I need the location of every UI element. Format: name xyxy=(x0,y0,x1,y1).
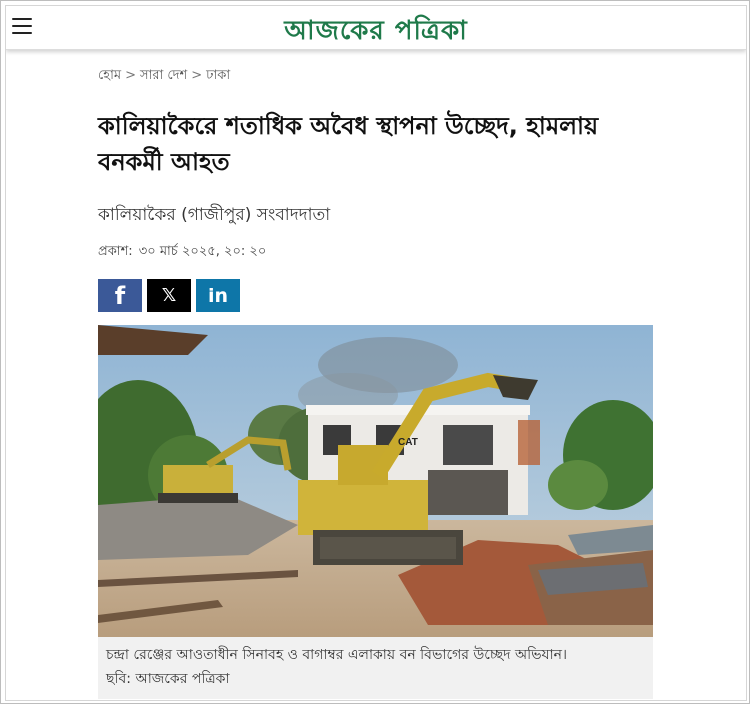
cat-logo-text: CAT xyxy=(398,437,418,448)
site-logo[interactable]: আজকের পত্রিকা xyxy=(6,10,746,54)
article-header: হোম > সারা দেশ > ঢাকা কালিয়াকৈরে শতাধিক অবৈ… xyxy=(98,66,658,312)
caption-text: চন্দ্রা রেঞ্জের আওতাধীন সিনাবহ ও বাগাম্ব… xyxy=(106,647,568,663)
breadcrumb-country[interactable]: সারা দেশ xyxy=(140,68,187,83)
linkedin-share-button[interactable]: in xyxy=(196,279,240,312)
published-label: প্রকাশ: xyxy=(98,244,133,259)
breadcrumb: হোম > সারা দেশ > ঢাকা xyxy=(98,66,658,86)
share-buttons: f 𝕏 in xyxy=(98,279,658,312)
breadcrumb-separator: > xyxy=(191,68,203,83)
top-header-bar: আজকের পত্রিকা xyxy=(6,6,746,50)
x-share-button[interactable]: 𝕏 xyxy=(147,279,191,312)
page-frame: আজকের পত্রিকা হোম > সারা দেশ > ঢাকা কালিয়াক… xyxy=(0,0,750,704)
linkedin-icon: in xyxy=(207,284,229,307)
article-byline: কালিয়াকৈর (গাজীপুর) সংবাদদাতা xyxy=(98,205,331,225)
photo-caption: চন্দ্রা রেঞ্জের আওতাধীন সিনাবহ ও বাগাম্ব… xyxy=(98,637,653,699)
facebook-icon: f xyxy=(114,281,126,310)
published-value: ৩০ মার্চ ২০২৫, ২০: ২০ xyxy=(138,244,267,259)
page-viewport: আজকের পত্রিকা হোম > সারা দেশ > ঢাকা কালিয়াক… xyxy=(5,5,747,701)
facebook-share-button[interactable]: f xyxy=(98,279,142,312)
published-timestamp: প্রকাশ: ৩০ মার্চ ২০২৫, ২০: ২০ xyxy=(98,242,658,263)
breadcrumb-home[interactable]: হোম xyxy=(98,68,121,83)
breadcrumb-separator: > xyxy=(125,68,136,83)
x-icon: 𝕏 xyxy=(161,285,177,306)
breadcrumb-dhaka[interactable]: ঢাকা xyxy=(206,68,230,83)
article-photo: CAT xyxy=(98,325,653,637)
photo-credit: ছবি: আজকের পত্রিকা xyxy=(106,671,230,687)
article-headline: কালিয়াকৈরে শতাধিক অবৈধ স্থাপনা উচ্ছেদ, … xyxy=(98,112,599,176)
